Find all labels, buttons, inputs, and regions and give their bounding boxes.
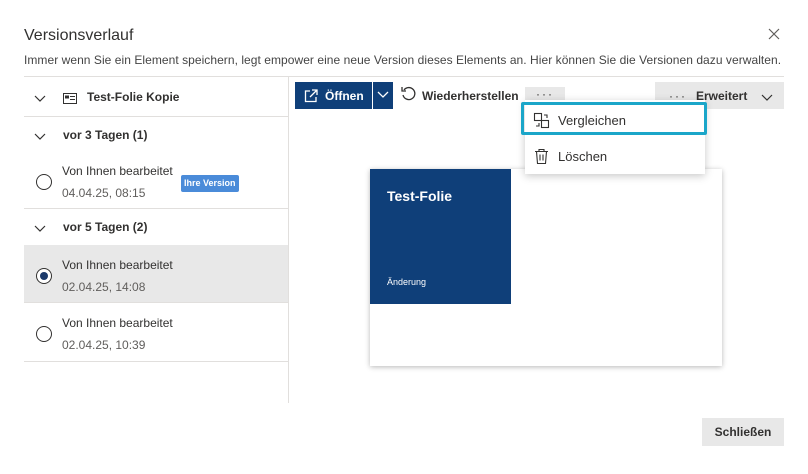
trash-icon — [533, 148, 550, 165]
version-date: 02.04.25, 10:39 — [62, 338, 146, 352]
version-editor: Von Ihnen bearbeitet — [62, 164, 173, 178]
version-group-label: vor 3 Tagen (1) — [63, 128, 148, 142]
restore-icon — [400, 85, 417, 107]
version-group-label: vor 5 Tagen (2) — [63, 220, 148, 234]
current-version-badge: Ihre Version — [181, 175, 239, 192]
version-radio-checked[interactable] — [36, 268, 52, 284]
dialog-description: Immer wenn Sie ein Element speichern, le… — [24, 53, 782, 67]
dialog-title: Versionsverlauf — [24, 27, 134, 44]
more-options-button[interactable]: ··· — [525, 87, 565, 101]
version-group-header[interactable]: vor 5 Tagen (2) — [24, 208, 288, 245]
slide-subtitle: Änderung — [387, 277, 427, 287]
version-editor: Von Ihnen bearbeitet — [62, 258, 173, 272]
version-date: 02.04.25, 14:08 — [62, 280, 146, 294]
presentation-icon — [63, 91, 77, 104]
slide-title: Test-Folie — [387, 188, 453, 204]
restore-button-label: Wiederherstellen — [422, 89, 519, 103]
more-options-menu: Vergleichen Löschen — [525, 100, 705, 174]
version-item-selected[interactable]: Von Ihnen bearbeitet 02.04.25, 14:08 — [24, 245, 288, 302]
chevron-down-icon[interactable] — [34, 91, 46, 103]
version-editor: Von Ihnen bearbeitet — [62, 316, 173, 330]
chevron-down-icon — [377, 87, 389, 105]
version-radio[interactable] — [36, 174, 52, 190]
version-list: Test-Folie Kopie vor 3 Tagen (1) Von Ihn… — [24, 77, 289, 403]
open-external-icon — [303, 88, 319, 104]
version-item[interactable]: Von Ihnen bearbeitet 02.04.25, 10:39 — [24, 303, 288, 360]
open-button[interactable]: Öffnen — [295, 82, 372, 109]
version-history-dialog: Versionsverlauf Immer wenn Sie ein Eleme… — [0, 0, 808, 474]
close-button[interactable]: Schließen — [702, 418, 784, 446]
slide-thumbnail: Test-Folie Änderung — [370, 169, 511, 304]
open-button-label: Öffnen — [325, 88, 364, 103]
chevron-down-icon[interactable] — [34, 129, 46, 141]
pane-divider — [288, 77, 289, 403]
version-date: 04.04.25, 08:15 — [62, 186, 146, 200]
menu-item-compare[interactable]: Vergleichen — [525, 103, 705, 137]
compare-icon — [533, 112, 550, 129]
version-group-header[interactable]: vor 3 Tagen (1) — [24, 116, 288, 153]
divider — [24, 361, 288, 362]
open-options-button[interactable] — [372, 82, 393, 109]
menu-item-label: Vergleichen — [558, 112, 626, 128]
document-row[interactable]: Test-Folie Kopie — [24, 77, 288, 116]
document-title: Test-Folie Kopie — [87, 89, 180, 104]
close-icon[interactable] — [766, 26, 782, 42]
chevron-down-icon — [761, 90, 773, 102]
version-radio[interactable] — [36, 326, 52, 342]
restore-button[interactable]: Wiederherstellen — [400, 85, 519, 107]
menu-item-label: Löschen — [558, 148, 608, 164]
version-item[interactable]: Von Ihnen bearbeitet 04.04.25, 08:15 Ihr… — [24, 151, 288, 208]
slide-preview: Test-Folie Änderung — [370, 169, 722, 366]
chevron-down-icon[interactable] — [34, 221, 46, 233]
menu-item-delete[interactable]: Löschen — [525, 139, 705, 173]
